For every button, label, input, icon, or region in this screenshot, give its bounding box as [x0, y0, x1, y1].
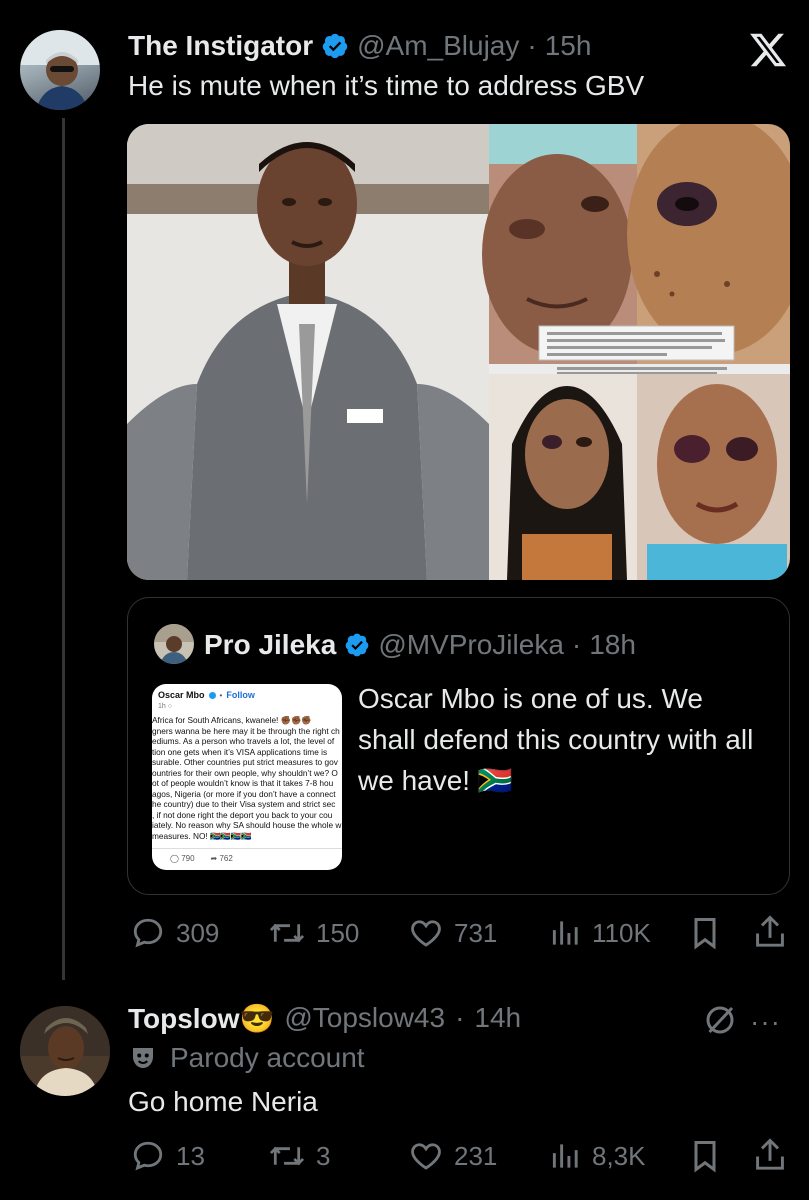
reply-button[interactable]: 309 [130, 915, 219, 951]
reply-time[interactable]: 14h [474, 1002, 521, 1034]
reply-like-button[interactable]: 231 [408, 1138, 497, 1174]
screenshot-line: ediums. As a person who travels a lot, t… [152, 736, 335, 746]
screenshot-line: measures. NO! 🇿🇦🇿🇦🇿🇦🇿🇦 [152, 830, 252, 841]
quoted-avatar-image [154, 624, 194, 664]
screenshot-line: he country) due to their Visa system and… [152, 799, 336, 809]
media-collage-image [127, 124, 790, 580]
reply-retweet-icon [269, 1146, 305, 1166]
quoted-media-screenshot[interactable]: Oscar Mbo • Follow 1h ○ Africa for South… [152, 684, 342, 870]
views-button[interactable]: 110K [550, 915, 651, 951]
share-button[interactable] [752, 913, 788, 956]
reply-views-count: 8,3K [592, 1140, 646, 1171]
screenshot-line: tion one gets when it’s VISA application… [152, 746, 328, 757]
reply-header: Topslow😎 @Topslow43 · 14h [128, 1000, 521, 1036]
reply-share-icon [756, 1138, 784, 1170]
quoted-author-avatar[interactable] [154, 624, 194, 664]
bookmark-icon [694, 918, 716, 950]
screenshot-author-name: Oscar Mbo [158, 690, 205, 700]
author-name[interactable]: The Instigator [128, 30, 313, 62]
reply-author-name[interactable]: Topslow😎 [128, 1002, 274, 1035]
quoted-tweet-card[interactable]: Pro Jileka @MVProJileka · 18h Oscar Mbo … [127, 597, 790, 895]
x-logo-icon[interactable] [748, 30, 788, 70]
quoted-separator-dot: · [571, 629, 582, 660]
reply-bookmark-button[interactable] [689, 1138, 721, 1179]
avatar-image [20, 30, 100, 110]
screenshot-meta: 1h ○ [158, 703, 172, 710]
views-count: 110K [592, 917, 651, 948]
screenshot-follow: Follow [226, 690, 255, 700]
reply-separator-dot: · [455, 1002, 465, 1033]
more-options-icon[interactable]: ··· [750, 1006, 781, 1038]
screenshot-line: iately. No reason why SA should house th… [152, 820, 342, 830]
reply-author-avatar[interactable] [20, 1006, 110, 1096]
reply-like-count: 231 [454, 1140, 498, 1171]
screenshot-dot: • [219, 690, 223, 700]
retweet-button[interactable]: 150 [268, 915, 359, 951]
screenshot-header: Oscar Mbo • Follow [158, 690, 255, 700]
tweet-header: The Instigator @Am_Blujay · 15h [128, 28, 591, 64]
screenshot-line: agos, Nigeria (or more if you don’t have… [152, 788, 336, 799]
quoted-verified-badge-icon [345, 633, 369, 657]
thread-connector-line [62, 118, 65, 980]
quoted-tweet-text: Oscar Mbo is one of us. We shall defend … [358, 683, 754, 796]
reply-author-handle[interactable]: @Topslow43 [284, 1002, 445, 1034]
screenshot-line: ountries for their own people, why shoul… [152, 767, 338, 778]
grok-icon[interactable] [702, 1002, 738, 1038]
screenshot-comment-icon: ◯ [170, 854, 179, 863]
tweet-media[interactable] [127, 124, 790, 580]
reply-avatar-image [20, 1006, 110, 1096]
quoted-header: Pro Jileka @MVProJileka · 18h [204, 628, 636, 662]
retweet-icon [269, 923, 305, 943]
author-avatar[interactable] [20, 30, 100, 110]
verified-badge-icon [322, 33, 348, 59]
parody-account-text: Parody account [170, 1042, 365, 1073]
screenshot-line: , if not done right the deport you back … [152, 809, 333, 820]
screenshot-line: surable. Other countries put strict meas… [152, 757, 338, 767]
like-button[interactable]: 731 [408, 915, 497, 951]
reply-reply-count: 13 [176, 1140, 205, 1171]
parody-mask-icon [133, 1048, 153, 1068]
screenshot-share-icon: ➦ [210, 854, 218, 863]
screenshot-body: Africa for South Africans, kwanele! ✊🏾✊🏾… [152, 715, 342, 841]
reply-icon [133, 918, 163, 948]
reply-retweet-count: 3 [316, 1140, 331, 1171]
quoted-time[interactable]: 18h [589, 629, 636, 661]
separator-dot: · [527, 30, 537, 61]
quoted-author-name[interactable]: Pro Jileka [204, 629, 336, 661]
screenshot-verified-icon [208, 691, 216, 699]
screenshot-time: 1h [158, 703, 166, 710]
screenshot-globe-icon: ○ [167, 703, 172, 710]
author-handle[interactable]: @Am_Blujay [357, 30, 519, 62]
reply-reply-button[interactable]: 13 [130, 1138, 205, 1174]
reply-share-button[interactable] [752, 1136, 788, 1179]
reply-reply-icon [133, 1141, 163, 1171]
parody-account-label: Parody account [128, 1042, 365, 1074]
reply-count: 309 [176, 917, 220, 948]
views-icon [552, 921, 578, 945]
tweet-time[interactable]: 15h [545, 30, 592, 62]
screenshot-share-value: 762 [219, 854, 233, 863]
quoted-author-handle[interactable]: @MVProJileka [378, 629, 564, 661]
reply-text: Go home Neria [128, 1086, 318, 1117]
reply-heart-icon [411, 1143, 441, 1170]
tweet-text: He is mute when it’s time to address GBV [128, 70, 645, 101]
reply-retweet-button[interactable]: 3 [268, 1138, 330, 1174]
heart-icon [411, 920, 441, 947]
screenshot-share-count: ➦ 762 [211, 854, 233, 863]
screenshot-reply-count: ◯ 790 [170, 854, 195, 863]
screenshot-divider [152, 848, 342, 849]
screenshot-actions: ◯ 790 ➦ 762 [170, 854, 233, 863]
screenshot-line: ot of people wouldn’t know is that it ta… [152, 778, 334, 788]
bookmark-button[interactable] [689, 915, 721, 956]
retweet-count: 150 [316, 917, 360, 948]
screenshot-line: gners wanna be here may it be through th… [152, 725, 340, 736]
like-count: 731 [454, 917, 498, 948]
screenshot-line: Africa for South Africans, kwanele! ✊🏾✊🏾… [152, 715, 312, 725]
screenshot-reply-value: 790 [181, 854, 195, 863]
reply-views-icon [552, 1144, 578, 1168]
reply-views-button[interactable]: 8,3K [550, 1138, 646, 1174]
share-icon [756, 915, 784, 947]
reply-bookmark-icon [694, 1141, 716, 1173]
